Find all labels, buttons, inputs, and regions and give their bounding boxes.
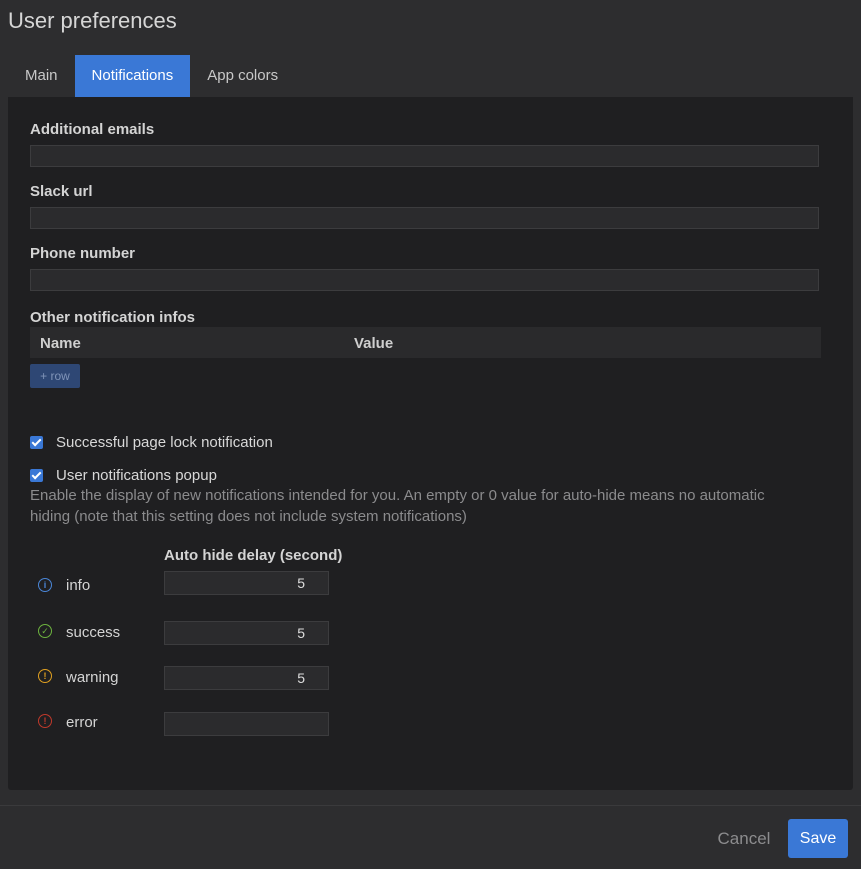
phone-number-input[interactable]	[30, 269, 819, 291]
popup-label: User notifications popup	[56, 467, 217, 484]
slack-url-input[interactable]	[30, 207, 819, 229]
check-circle-icon: ✓	[38, 624, 52, 638]
tab-app-colors[interactable]: App colors	[190, 55, 295, 97]
level-name-error: error	[66, 714, 98, 731]
warning-delay-input[interactable]	[164, 666, 329, 690]
cancel-button[interactable]: Cancel	[705, 819, 783, 858]
info-delay-input[interactable]	[164, 571, 329, 595]
popup-checkbox[interactable]	[30, 469, 43, 482]
error-icon: !	[38, 714, 52, 728]
tab-bar: Main Notifications App colors	[8, 55, 295, 97]
level-name-warning: warning	[66, 669, 119, 686]
footer-divider	[0, 805, 861, 806]
column-header-value: Value	[354, 335, 394, 352]
dialog-title: User preferences	[8, 8, 177, 33]
level-name-info: info	[66, 577, 91, 594]
additional-emails-label: Additional emails	[30, 121, 155, 138]
phone-number-label: Phone number	[30, 245, 136, 262]
save-button[interactable]: Save	[788, 819, 848, 858]
other-infos-table-header: Name Value	[30, 327, 821, 358]
info-icon: i	[38, 578, 52, 592]
other-infos-label: Other notification infos	[30, 309, 195, 326]
slack-url-label: Slack url	[30, 183, 93, 200]
additional-emails-input[interactable]	[30, 145, 819, 167]
popup-help-text: Enable the display of new notifications …	[30, 487, 765, 525]
error-delay-input[interactable]	[164, 712, 329, 736]
auto-hide-header: Auto hide delay (second)	[164, 547, 343, 564]
notifications-panel: Additional emails Slack url Phone number…	[8, 97, 853, 790]
popup-option[interactable]: User notifications popup	[30, 467, 217, 484]
page-lock-checkbox[interactable]	[30, 436, 43, 449]
level-name-success: success	[66, 624, 121, 641]
tab-notifications[interactable]: Notifications	[74, 55, 191, 97]
column-header-name: Name	[40, 335, 81, 352]
tab-main[interactable]: Main	[8, 55, 75, 97]
page-lock-option[interactable]: Successful page lock notification	[30, 434, 273, 451]
add-row-button[interactable]: + row	[30, 364, 80, 388]
page-lock-label: Successful page lock notification	[56, 434, 273, 451]
success-delay-input[interactable]	[164, 621, 329, 645]
warning-icon: !	[38, 669, 52, 683]
